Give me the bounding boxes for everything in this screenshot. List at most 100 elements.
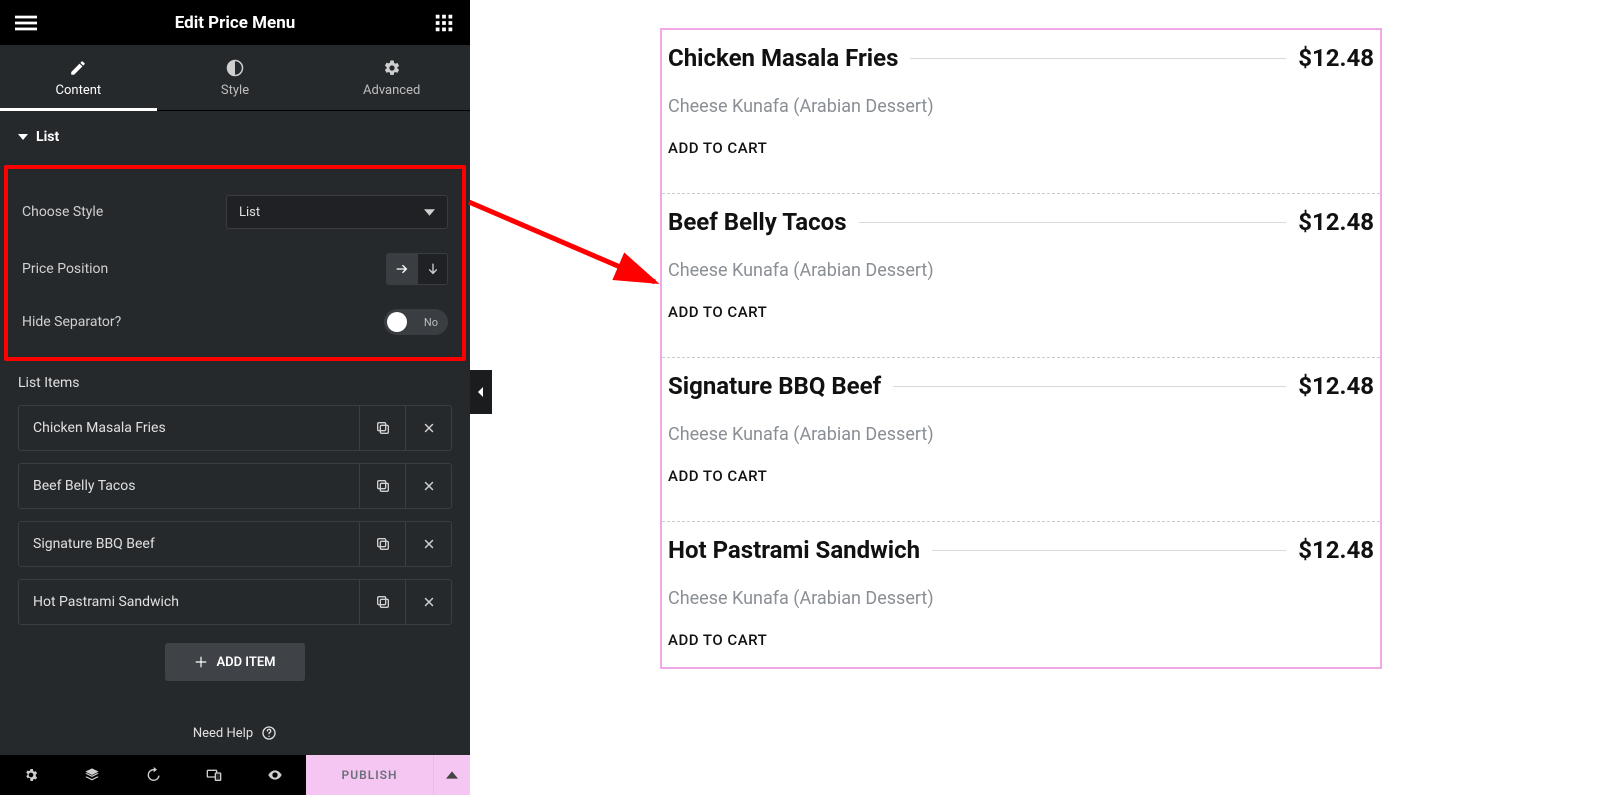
duplicate-button[interactable] xyxy=(359,580,405,624)
add-to-cart-link[interactable]: ADD TO CART xyxy=(668,139,1374,157)
menu-item-description: Cheese Kunafa (Arabian Dessert) xyxy=(668,260,1374,281)
tab-label: Style xyxy=(221,83,249,98)
chevron-left-icon xyxy=(476,387,486,397)
footer-settings[interactable] xyxy=(0,755,61,795)
sidebar-collapse-handle[interactable] xyxy=(470,370,492,414)
copy-icon xyxy=(375,420,391,436)
publish-button[interactable]: PUBLISH xyxy=(306,755,434,795)
remove-button[interactable] xyxy=(405,464,451,508)
menu-item-separator xyxy=(910,58,1286,59)
control-label: Price Position xyxy=(22,261,108,277)
duplicate-button[interactable] xyxy=(359,522,405,566)
panel-title: Edit Price Menu xyxy=(175,13,296,33)
tab-style[interactable]: Style xyxy=(157,45,314,110)
list-items-container: Chicken Masala Fries Beef Belly Tacos Si… xyxy=(18,405,452,625)
toggle-value: No xyxy=(424,316,438,329)
add-item-button[interactable]: ADD ITEM xyxy=(165,643,305,681)
copy-icon xyxy=(375,478,391,494)
add-item-label: ADD ITEM xyxy=(216,655,275,670)
control-label: Hide Separator? xyxy=(22,314,121,330)
add-to-cart-link[interactable]: ADD TO CART xyxy=(668,631,1374,649)
menu-item-description: Cheese Kunafa (Arabian Dessert) xyxy=(668,96,1374,117)
menu-item-separator xyxy=(859,222,1287,223)
menu-item-title: Beef Belly Tacos xyxy=(668,208,847,236)
menu-item-price: $12.48 xyxy=(1298,536,1374,564)
menu-item: Chicken Masala Fries $12.48 Cheese Kunaf… xyxy=(662,30,1380,194)
menu-item-price: $12.48 xyxy=(1298,372,1374,400)
remove-button[interactable] xyxy=(405,522,451,566)
preview-canvas: Chicken Masala Fries $12.48 Cheese Kunaf… xyxy=(660,28,1382,669)
menu-item-title: Hot Pastrami Sandwich xyxy=(668,536,920,564)
menu-item-title: Signature BBQ Beef xyxy=(668,372,881,400)
price-position-group xyxy=(386,253,448,285)
menu-item: Signature BBQ Beef $12.48 Cheese Kunafa … xyxy=(662,358,1380,522)
section-title: List xyxy=(36,129,59,145)
plus-icon xyxy=(194,655,208,669)
contrast-icon xyxy=(226,59,244,77)
footer-responsive[interactable] xyxy=(184,755,245,795)
menu-item-title: Chicken Masala Fries xyxy=(668,44,898,72)
price-position-right[interactable] xyxy=(387,254,417,284)
tab-content[interactable]: Content xyxy=(0,45,157,110)
footer-history[interactable] xyxy=(122,755,183,795)
need-help[interactable]: Need Help xyxy=(0,711,470,755)
gear-icon xyxy=(23,767,39,783)
control-label: Choose Style xyxy=(22,204,103,220)
list-item-name: Chicken Masala Fries xyxy=(19,406,359,450)
price-position-down[interactable] xyxy=(417,254,447,284)
editor-tabs: Content Style Advanced xyxy=(0,45,470,111)
layers-icon xyxy=(84,767,100,783)
arrow-right-icon xyxy=(394,261,410,277)
highlighted-controls: Choose Style List Price Position xyxy=(4,165,466,361)
menu-icon[interactable] xyxy=(14,11,38,35)
menu-item-price: $12.48 xyxy=(1298,208,1374,236)
toggle-knob xyxy=(387,312,407,332)
list-item-name: Signature BBQ Beef xyxy=(19,522,359,566)
list-item[interactable]: Hot Pastrami Sandwich xyxy=(18,579,452,625)
duplicate-button[interactable] xyxy=(359,464,405,508)
sidebar-footer: PUBLISH xyxy=(0,755,470,795)
arrow-down-icon xyxy=(425,261,441,277)
hide-separator-toggle[interactable]: No xyxy=(384,309,448,335)
apps-icon[interactable] xyxy=(432,11,456,35)
menu-item-price: $12.48 xyxy=(1298,44,1374,72)
caret-down-icon xyxy=(18,132,28,142)
list-item-name: Beef Belly Tacos xyxy=(19,464,359,508)
control-choose-style: Choose Style List xyxy=(22,195,448,229)
close-icon xyxy=(422,421,436,435)
select-value: List xyxy=(239,205,260,220)
menu-item-separator xyxy=(893,386,1286,387)
menu-item-description: Cheese Kunafa (Arabian Dessert) xyxy=(668,424,1374,445)
pencil-icon xyxy=(69,59,87,77)
remove-button[interactable] xyxy=(405,580,451,624)
duplicate-button[interactable] xyxy=(359,406,405,450)
menu-item: Hot Pastrami Sandwich $12.48 Cheese Kuna… xyxy=(662,522,1380,667)
list-item-name: Hot Pastrami Sandwich xyxy=(19,580,359,624)
panel-body: List Choose Style List Price Position xyxy=(0,111,470,711)
devices-icon xyxy=(206,767,222,783)
list-item[interactable]: Beef Belly Tacos xyxy=(18,463,452,509)
add-to-cart-link[interactable]: ADD TO CART xyxy=(668,303,1374,321)
choose-style-select[interactable]: List xyxy=(226,195,448,229)
footer-preview[interactable] xyxy=(245,755,306,795)
tab-advanced[interactable]: Advanced xyxy=(313,45,470,110)
help-label: Need Help xyxy=(193,726,253,741)
section-header[interactable]: List xyxy=(18,129,452,145)
publish-options[interactable] xyxy=(434,755,470,795)
footer-navigator[interactable] xyxy=(61,755,122,795)
list-item[interactable]: Signature BBQ Beef xyxy=(18,521,452,567)
tab-label: Content xyxy=(56,83,102,98)
annotation-arrow xyxy=(455,192,675,312)
close-icon xyxy=(422,479,436,493)
copy-icon xyxy=(375,536,391,552)
list-items-label: List Items xyxy=(18,375,452,391)
publish-label: PUBLISH xyxy=(342,768,398,782)
add-to-cart-link[interactable]: ADD TO CART xyxy=(668,467,1374,485)
tab-label: Advanced xyxy=(363,83,420,98)
list-item[interactable]: Chicken Masala Fries xyxy=(18,405,452,451)
remove-button[interactable] xyxy=(405,406,451,450)
control-price-position: Price Position xyxy=(22,253,448,285)
chevron-up-icon xyxy=(446,769,458,781)
eye-icon xyxy=(267,767,283,783)
editor-sidebar: Edit Price Menu Content Style Advanced xyxy=(0,0,470,795)
